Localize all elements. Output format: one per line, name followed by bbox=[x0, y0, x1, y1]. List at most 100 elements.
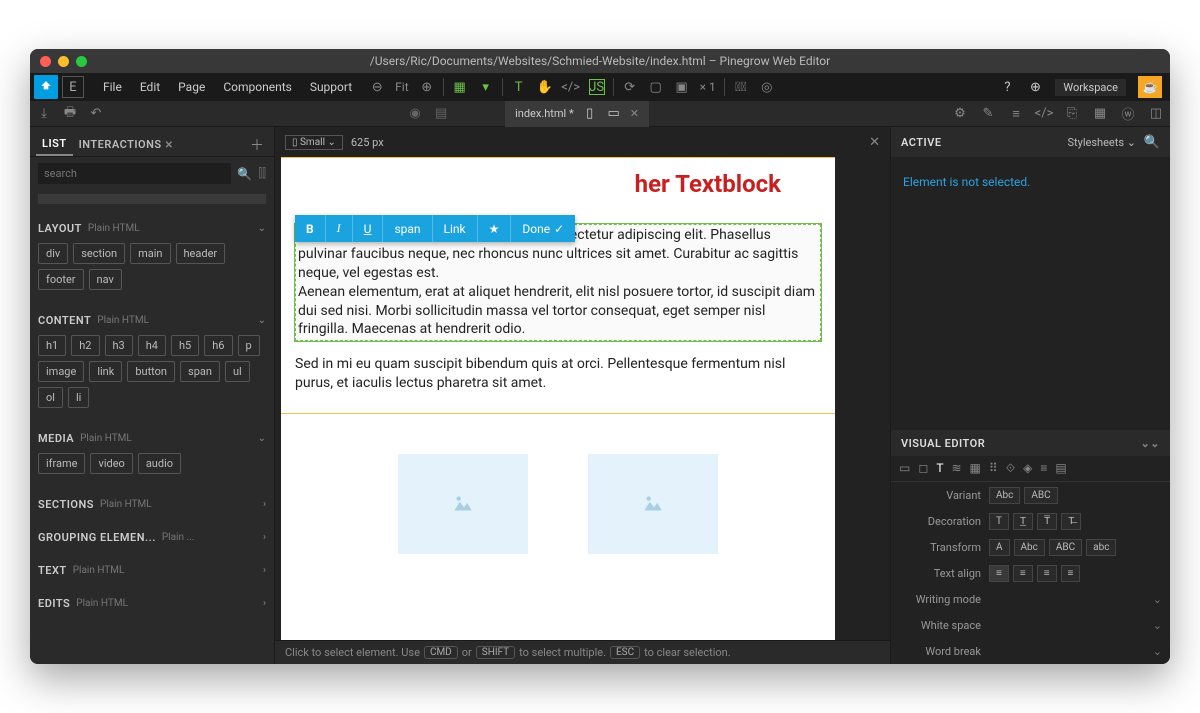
chip-footer[interactable]: footer bbox=[38, 269, 84, 290]
js-toggle-icon[interactable]: JS bbox=[589, 79, 605, 95]
deco-over[interactable]: T̅ bbox=[1037, 513, 1057, 530]
hand-icon[interactable]: ✋ bbox=[537, 79, 553, 95]
zoom-out-icon[interactable]: ⊖ bbox=[369, 79, 385, 95]
chip-h1[interactable]: h1 bbox=[38, 335, 66, 356]
coffee-icon[interactable]: ☕ bbox=[1138, 76, 1162, 98]
section-grouping[interactable]: GROUPING ELEMEN...Plain ...› bbox=[38, 527, 266, 548]
search-icon[interactable]: 🔍 bbox=[237, 167, 252, 181]
list-icon[interactable]: ≡ bbox=[1008, 106, 1024, 122]
pinegrow-logo-icon[interactable] bbox=[34, 75, 58, 99]
grid-cat-icon[interactable]: ▦ bbox=[970, 461, 981, 476]
undo-icon[interactable]: ↶ bbox=[88, 106, 104, 122]
visibility-icon[interactable]: 👁̸ bbox=[733, 79, 749, 95]
fit-label[interactable]: Fit bbox=[395, 80, 408, 94]
stylesheets-dropdown[interactable]: Stylesheets ⌄ bbox=[1068, 136, 1136, 149]
deco-under[interactable]: T̲ bbox=[1013, 513, 1033, 530]
download-icon[interactable]: ⤓ bbox=[36, 106, 52, 122]
align-left[interactable]: ≡ bbox=[989, 565, 1009, 582]
chevron-down-icon[interactable]: ⌄ bbox=[1153, 593, 1162, 606]
panel-toggle-icon[interactable]: ◫ bbox=[1148, 106, 1164, 122]
chip-h5[interactable]: h5 bbox=[171, 335, 199, 356]
close-icon[interactable]: ✕ bbox=[165, 140, 174, 151]
add-tab-button[interactable]: ＋ bbox=[250, 135, 268, 155]
bold-button[interactable]: B bbox=[295, 215, 326, 242]
menu-support[interactable]: Support bbox=[301, 80, 361, 94]
underline-button[interactable]: U bbox=[353, 215, 384, 242]
workspace-button[interactable]: Workspace bbox=[1055, 79, 1126, 96]
chip-header[interactable]: header bbox=[176, 243, 226, 264]
align-center[interactable]: ≡ bbox=[1013, 565, 1033, 582]
menu-file[interactable]: File bbox=[94, 80, 131, 94]
corners-cat-icon[interactable]: ◈ bbox=[1023, 461, 1032, 476]
variant-ABC[interactable]: ABC bbox=[1024, 487, 1057, 504]
chip-image[interactable]: image bbox=[38, 361, 84, 382]
zoom-icon[interactable]: ⊕ bbox=[1027, 79, 1043, 95]
chip-div[interactable]: div bbox=[38, 243, 68, 264]
layout-cat-icon[interactable]: ▭ bbox=[899, 461, 910, 476]
section-text[interactable]: TEXTPlain HTML› bbox=[38, 560, 266, 581]
wordpress-icon[interactable]: ⓦ bbox=[1120, 106, 1136, 122]
chevron-down-icon[interactable]: ⌄ bbox=[1153, 645, 1162, 658]
chevron-down-icon[interactable]: ⌄ bbox=[1153, 619, 1162, 632]
list-cat-icon[interactable]: ≡ bbox=[1040, 461, 1047, 476]
zoom-in-icon[interactable]: ⊕ bbox=[419, 79, 435, 95]
section-layout[interactable]: LAYOUTPlain HTML⌄ bbox=[38, 218, 266, 239]
chip-main[interactable]: main bbox=[130, 243, 170, 264]
close-viewport-icon[interactable]: ✕ bbox=[869, 135, 880, 150]
chip-audio[interactable]: audio bbox=[138, 453, 181, 474]
chip-li[interactable]: li bbox=[68, 387, 89, 408]
chip-span[interactable]: span bbox=[180, 361, 220, 382]
search-icon[interactable]: 🔍 bbox=[1144, 134, 1160, 150]
device-icon[interactable]: ▢ bbox=[648, 79, 664, 95]
close-tab-icon[interactable]: ✕ bbox=[630, 107, 639, 120]
chip-iframe[interactable]: iframe bbox=[38, 453, 85, 474]
italic-button[interactable]: I bbox=[326, 215, 353, 242]
search-input[interactable] bbox=[38, 163, 231, 184]
menu-components[interactable]: Components bbox=[214, 80, 301, 94]
chip-link[interactable]: link bbox=[89, 361, 122, 382]
device-desktop-icon[interactable]: ▭ bbox=[606, 106, 622, 122]
chip-section[interactable]: section bbox=[73, 243, 125, 264]
collapse-icon[interactable]: ⌄⌄ bbox=[1141, 437, 1160, 450]
deco-none[interactable]: T bbox=[989, 513, 1009, 530]
chip-ul[interactable]: ul bbox=[225, 361, 250, 382]
deco-through[interactable]: T̶ bbox=[1061, 513, 1081, 530]
section-edits[interactable]: EDITSPlain HTML› bbox=[38, 593, 266, 614]
page-heading[interactable]: her Textblock bbox=[295, 170, 821, 198]
device-selector[interactable]: ▯ Small ⌄ bbox=[285, 135, 343, 150]
lines-cat-icon[interactable]: ≋ bbox=[951, 461, 961, 476]
text-cat-icon[interactable]: T bbox=[936, 461, 943, 476]
layers-icon[interactable]: ▤ bbox=[433, 106, 449, 122]
file-tab[interactable]: index.html * ▯ ▭ ✕ bbox=[505, 101, 649, 127]
chip-ol[interactable]: ol bbox=[38, 387, 63, 408]
link-button[interactable]: Link bbox=[433, 215, 478, 242]
target-icon[interactable]: ◎ bbox=[759, 79, 775, 95]
variant-abc[interactable]: Abc bbox=[989, 487, 1020, 504]
filter-icon[interactable]: ⫿⫿ bbox=[258, 166, 266, 181]
menu-edit[interactable]: Edit bbox=[131, 80, 169, 94]
chip-p[interactable]: p bbox=[238, 335, 260, 356]
box-cat-icon[interactable]: ◻ bbox=[918, 461, 928, 476]
image-placeholder[interactable] bbox=[588, 454, 718, 554]
done-button[interactable]: Done ✓ bbox=[511, 215, 575, 242]
reload-icon[interactable]: ⟳ bbox=[622, 79, 638, 95]
paragraph-2[interactable]: Sed in mi eu quam suscipit bibendum quis… bbox=[295, 355, 821, 393]
crop-cat-icon[interactable]: ⟐ bbox=[1006, 461, 1015, 476]
chip-h3[interactable]: h3 bbox=[105, 335, 133, 356]
print-icon[interactable]: 🖶 bbox=[62, 106, 78, 122]
span-button[interactable]: span bbox=[383, 215, 432, 242]
tf-upper[interactable]: ABC bbox=[1049, 539, 1082, 556]
clipboard-icon[interactable]: ⎘ bbox=[1064, 106, 1080, 122]
tf-cap[interactable]: Abc bbox=[1014, 539, 1045, 556]
tf-a[interactable]: A bbox=[989, 539, 1010, 556]
code-icon[interactable]: </> bbox=[563, 79, 579, 95]
align-justify[interactable]: ≡ bbox=[1061, 565, 1081, 582]
multiview-icon[interactable]: ▣ bbox=[674, 79, 690, 95]
menu-page[interactable]: Page bbox=[169, 80, 214, 94]
section-media[interactable]: MEDIAPlain HTML⌄ bbox=[38, 428, 266, 449]
sidebar-tab-list[interactable]: LIST bbox=[36, 133, 73, 156]
sliders-icon[interactable]: ⚙ bbox=[952, 106, 968, 122]
chip-h4[interactable]: h4 bbox=[138, 335, 166, 356]
dots-cat-icon[interactable]: ⠿ bbox=[989, 461, 998, 476]
help-icon[interactable]: ? bbox=[999, 79, 1015, 95]
